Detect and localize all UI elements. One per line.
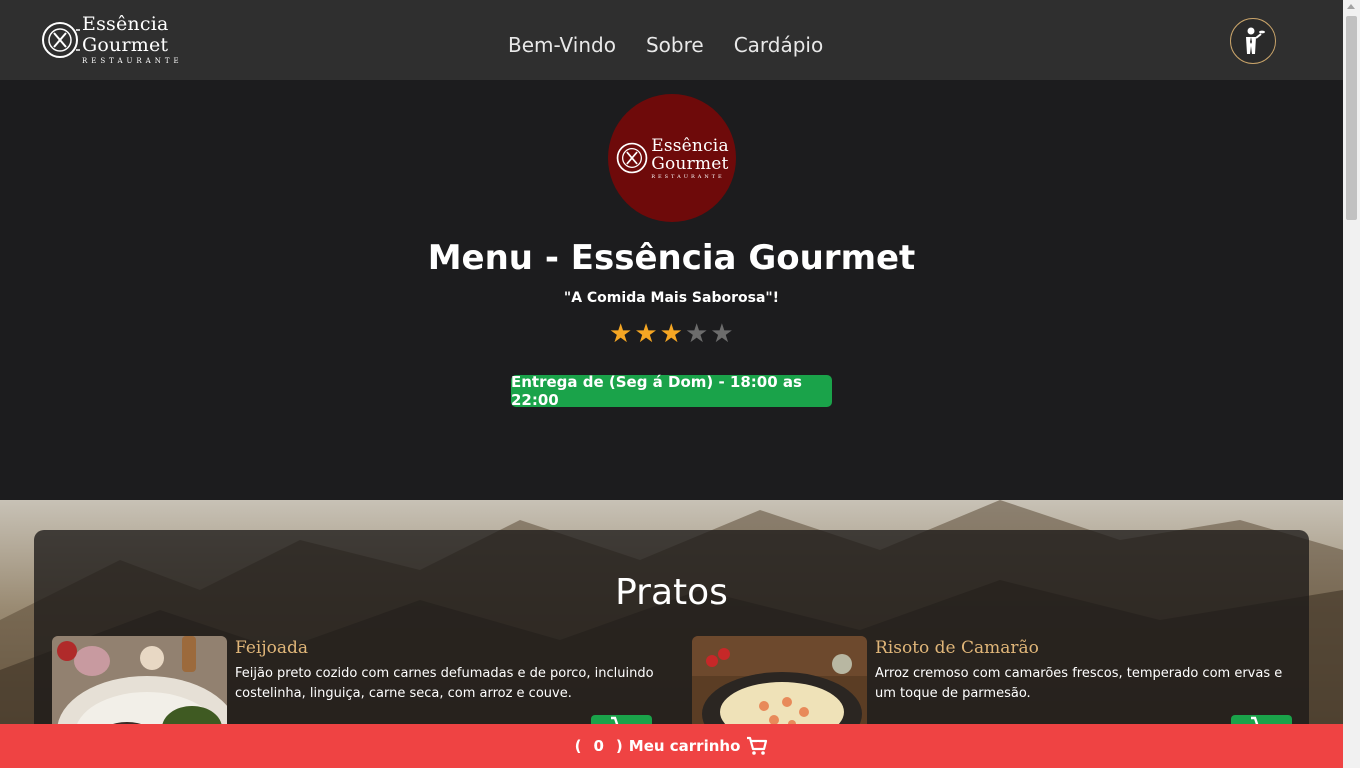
nav-link-sobre[interactable]: Sobre — [646, 33, 704, 57]
cart-label: Meu carrinho — [628, 737, 741, 755]
brand-line-2: Gourmet — [82, 34, 169, 56]
star-empty-icon: ★ — [684, 319, 709, 349]
scroll-up-arrow-icon[interactable] — [1347, 4, 1355, 9]
dish-name: Feijoada — [235, 638, 309, 658]
page-title: Menu - Essência Gourmet — [427, 238, 916, 278]
dish-description: Feijão preto cozido com carnes defumadas… — [235, 666, 654, 701]
cutlery-emblem-icon — [42, 22, 80, 58]
star-filled-icon: ★ — [659, 319, 683, 349]
tagline: "A Comida Mais Saborosa"! — [563, 290, 780, 306]
star-empty-icon: ★ — [710, 319, 734, 349]
cart-count: 0 — [593, 737, 604, 755]
hero-logo: Essência Gourmet RESTAURANTE — [608, 94, 736, 222]
hero-logo-subtitle: RESTAURANTE — [651, 173, 725, 180]
scroll-thumb[interactable] — [1346, 16, 1357, 220]
brand-line-1: Essência — [82, 13, 169, 35]
delivery-hours-badge: Entrega de (Seg á Dom) - 18:00 as 22:00 — [511, 373, 832, 409]
page-scrollbar[interactable] — [1343, 0, 1360, 768]
brand-wordmark: Essência Gourmet RESTAURANTE — [82, 13, 183, 66]
cutlery-emblem-icon — [616, 142, 648, 174]
hero-logo-wordmark: Essência Gourmet RESTAURANTE — [651, 137, 729, 180]
star-filled-icon: ★ — [634, 319, 658, 349]
nav-link-bem-vindo[interactable]: Bem-Vindo — [508, 33, 616, 57]
cart-bar[interactable]: ( 0 ) Meu carrinho — [0, 724, 1343, 768]
section-title: Pratos — [615, 572, 728, 613]
brand-logo[interactable]: Essência Gourmet RESTAURANTE — [40, 14, 183, 65]
dish-description: Arroz cremoso com camarões frescos, temp… — [875, 666, 1283, 701]
hero-logo-line-2: Gourmet — [651, 153, 729, 174]
nav-link-cardapio[interactable]: Cardápio — [734, 33, 824, 57]
main-nav: Bem-Vindo Sobre Cardápio — [508, 33, 823, 57]
star-rating: ★ ★ ★ ★ ★ — [609, 320, 734, 348]
cart-icon — [747, 736, 768, 755]
cart-count-close: ) — [615, 737, 623, 755]
cart-count-open: ( — [574, 737, 582, 755]
hero-logo-line-1: Essência — [651, 135, 729, 156]
dish-name: Risoto de Camarão — [875, 638, 1039, 658]
waiter-button[interactable] — [1230, 18, 1276, 64]
waiter-icon — [1246, 27, 1265, 54]
brand-subtitle: RESTAURANTE — [82, 57, 183, 65]
top-navbar: Essência Gourmet RESTAURANTE Bem-Vindo S… — [0, 0, 1343, 80]
star-filled-icon: ★ — [609, 319, 633, 349]
hero-section: Essência Gourmet RESTAURANTE Menu - Essê… — [0, 80, 1343, 500]
